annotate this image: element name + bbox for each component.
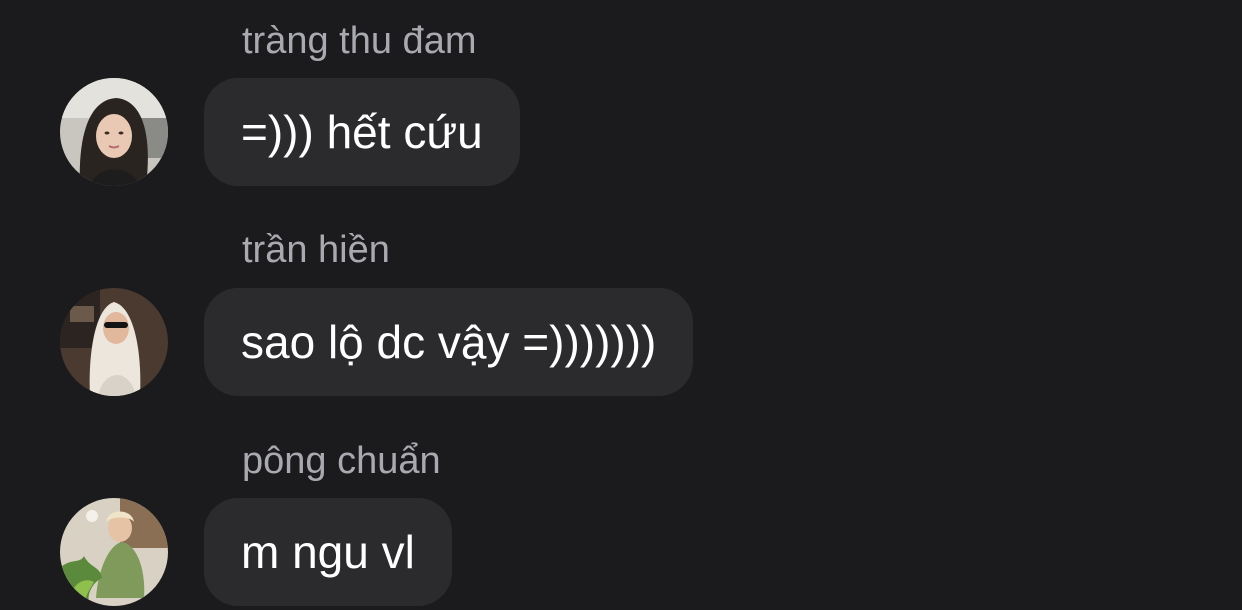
user-avatar-photo-icon (60, 498, 168, 606)
chat-thread: tràng thu đam =))) hết cứu trần hiền sao… (0, 0, 1242, 610)
user-avatar-photo-icon (60, 78, 168, 186)
avatar[interactable] (60, 288, 168, 396)
sender-name[interactable]: pông chuẩn (242, 442, 441, 480)
message-bubble[interactable]: =))) hết cứu (204, 78, 520, 186)
message-bubble[interactable]: m ngu vl (204, 498, 452, 606)
message-bubble[interactable]: sao lộ dc vậy =))))))) (204, 288, 694, 396)
sender-name[interactable]: trần hiền (242, 231, 390, 269)
avatar[interactable] (60, 78, 168, 186)
avatar[interactable] (60, 498, 168, 606)
user-avatar-photo-icon (60, 288, 168, 396)
sender-name[interactable]: tràng thu đam (242, 22, 476, 60)
